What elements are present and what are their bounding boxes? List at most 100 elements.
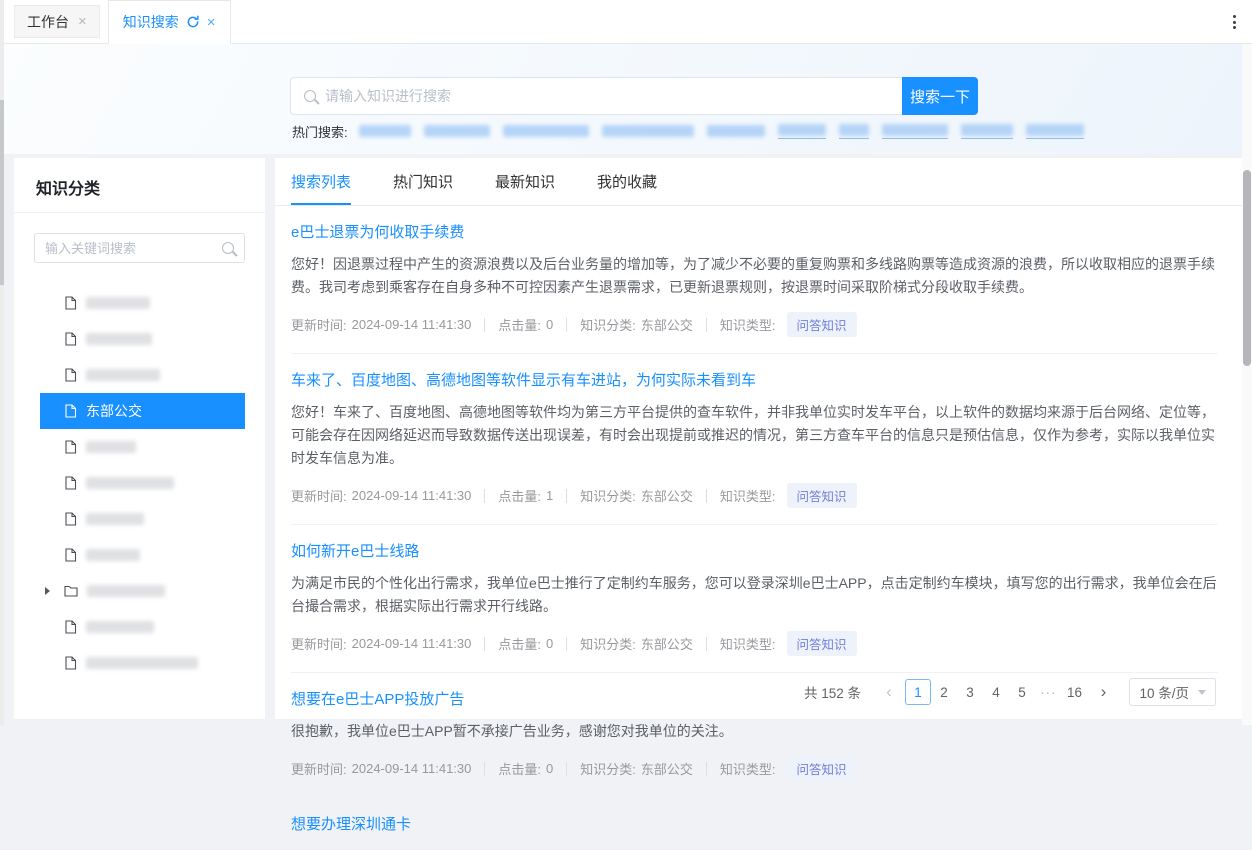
knowledge-item: 想要办理深圳通卡: [291, 798, 1218, 850]
pagination-page-button[interactable]: ···: [1035, 679, 1062, 705]
meta-divider: [706, 637, 707, 651]
knowledge-list-tab[interactable]: 我的收藏: [597, 158, 657, 205]
tab-knowledge-search[interactable]: 知识搜索 ×: [108, 0, 231, 44]
window-left-scrollbar[interactable]: [0, 0, 4, 725]
hot-search-link-redacted[interactable]: [503, 125, 589, 139]
knowledge-item-meta: 更新时间: 2024-09-14 11:41:30 点击量: 1 知识分类: 东…: [291, 483, 1218, 508]
category-label-redacted: [86, 441, 136, 453]
knowledge-type-badge: 问答知识: [787, 312, 857, 337]
category-search-input[interactable]: [45, 241, 214, 256]
updated-time-label: 更新时间:: [291, 486, 347, 505]
knowledge-item: e巴士退票为何收取手续费 您好！因退票过程中产生的资源浪费以及后台业务量的增加等…: [291, 206, 1218, 354]
category-label-redacted: [86, 297, 150, 309]
knowledge-category-value: 东部公交: [641, 759, 693, 778]
refresh-icon[interactable]: [186, 15, 200, 29]
page-size-select[interactable]: 10 条/页: [1129, 678, 1216, 706]
document-icon: [64, 620, 77, 634]
hot-search-link-redacted[interactable]: [707, 125, 765, 139]
meta-divider: [484, 489, 485, 503]
click-count-value: 0: [546, 761, 553, 776]
category-tree-item[interactable]: 东部公交: [40, 393, 245, 429]
hot-search-row: 热门搜索:: [292, 122, 1084, 141]
expand-caret-icon[interactable]: [45, 587, 50, 595]
hot-search-link-redacted[interactable]: [359, 125, 411, 139]
pagination-page-button[interactable]: 5: [1009, 679, 1035, 705]
meta-divider: [484, 762, 485, 776]
updated-time-value: 2024-09-14 11:41:30: [352, 761, 472, 776]
click-count-value: 1: [546, 488, 553, 503]
category-tree-item[interactable]: [40, 465, 245, 501]
category-tree-item[interactable]: [40, 357, 245, 393]
chevron-down-icon: [1198, 690, 1206, 695]
category-tree-item[interactable]: [40, 645, 245, 681]
knowledge-category-value: 东部公交: [641, 315, 693, 334]
category-tree-item[interactable]: [40, 609, 245, 645]
knowledge-category-label: 知识分类:: [580, 315, 636, 334]
category-tree-item[interactable]: [40, 573, 245, 609]
updated-time-label: 更新时间:: [291, 315, 347, 334]
window-right-scrollbar[interactable]: [1242, 44, 1252, 725]
kebab-menu-icon[interactable]: [1233, 15, 1236, 29]
pagination-prev-button[interactable]: ‹: [877, 679, 901, 705]
folder-icon: [64, 585, 78, 597]
knowledge-item-meta: 更新时间: 2024-09-14 11:41:30 点击量: 0 知识分类: 东…: [291, 631, 1218, 656]
knowledge-list-tab-label: 搜索列表: [291, 171, 351, 192]
hot-search-link-redacted[interactable]: [839, 124, 869, 139]
pagination-page-button[interactable]: 16: [1061, 679, 1087, 705]
document-icon: [64, 440, 77, 454]
hot-search-link-redacted[interactable]: [882, 124, 948, 139]
knowledge-type-label: 知识类型:: [720, 486, 776, 505]
meta-divider: [484, 318, 485, 332]
category-tree-item[interactable]: [40, 429, 245, 465]
page-size-value: 10 条/页: [1139, 682, 1189, 702]
knowledge-search-input[interactable]: [325, 88, 889, 104]
hot-search-link-redacted[interactable]: [602, 125, 694, 139]
meta-divider: [706, 762, 707, 776]
knowledge-item-title-link[interactable]: e巴士退票为何收取手续费: [291, 221, 464, 242]
category-label-redacted: [86, 513, 144, 525]
knowledge-item-title-link[interactable]: 想要在e巴士APP投放广告: [291, 688, 464, 709]
window-left-scrollbar-thumb[interactable]: [0, 100, 4, 285]
category-label-redacted: [86, 621, 154, 633]
pagination: 共 152 条 ‹ 1 2 3 4 5 ··· 16 › 10 条/页: [804, 678, 1216, 706]
updated-time-label: 更新时间:: [291, 759, 347, 778]
hot-search-link-redacted[interactable]: [424, 125, 490, 139]
knowledge-list-tab[interactable]: 搜索列表: [291, 158, 351, 205]
pagination-page-button[interactable]: 2: [931, 679, 957, 705]
pagination-next-button[interactable]: ›: [1091, 679, 1115, 705]
category-tree-item[interactable]: [40, 321, 245, 357]
knowledge-list-tab-label: 最新知识: [495, 171, 555, 192]
tab-workbench[interactable]: 工作台 ×: [14, 5, 100, 38]
knowledge-item-title-link[interactable]: 想要办理深圳通卡: [291, 813, 411, 834]
search-icon: [222, 242, 234, 254]
hot-search-link-redacted[interactable]: [778, 124, 826, 139]
category-label-redacted: [86, 333, 152, 345]
hot-search-link-redacted[interactable]: [961, 124, 1013, 139]
click-count-value: 0: [546, 317, 553, 332]
category-tree-item[interactable]: [40, 537, 245, 573]
search-header: 搜索一下 热门搜索:: [4, 44, 1252, 154]
knowledge-type-badge: 问答知识: [787, 483, 857, 508]
knowledge-category-value: 东部公交: [641, 486, 693, 505]
close-icon[interactable]: ×: [207, 15, 216, 30]
category-search-box: [34, 233, 245, 263]
window-right-scrollbar-thumb[interactable]: [1243, 170, 1251, 366]
hot-search-link-redacted[interactable]: [1026, 124, 1084, 139]
search-button[interactable]: 搜索一下: [902, 77, 978, 115]
pagination-page-button[interactable]: 4: [983, 679, 1009, 705]
knowledge-search-box: [290, 77, 902, 115]
browser-tab-bar: 工作台 × 知识搜索 ×: [4, 0, 1252, 44]
knowledge-category-label: 知识分类:: [580, 634, 636, 653]
knowledge-item-title-link[interactable]: 如何新开e巴士线路: [291, 540, 419, 561]
knowledge-item-title-link[interactable]: 车来了、百度地图、高德地图等软件显示有车进站，为何实际未看到车: [291, 369, 756, 390]
category-tree-item[interactable]: [40, 501, 245, 537]
category-label: 东部公交: [86, 401, 142, 421]
knowledge-list-tab[interactable]: 最新知识: [495, 158, 555, 205]
click-count-label: 点击量:: [498, 486, 541, 505]
pagination-page-button[interactable]: 3: [957, 679, 983, 705]
knowledge-list-tab[interactable]: 热门知识: [393, 158, 453, 205]
pagination-page-button[interactable]: 1: [905, 679, 931, 705]
category-label-redacted: [86, 477, 174, 489]
category-tree-item[interactable]: [40, 285, 245, 321]
close-icon[interactable]: ×: [78, 14, 87, 29]
